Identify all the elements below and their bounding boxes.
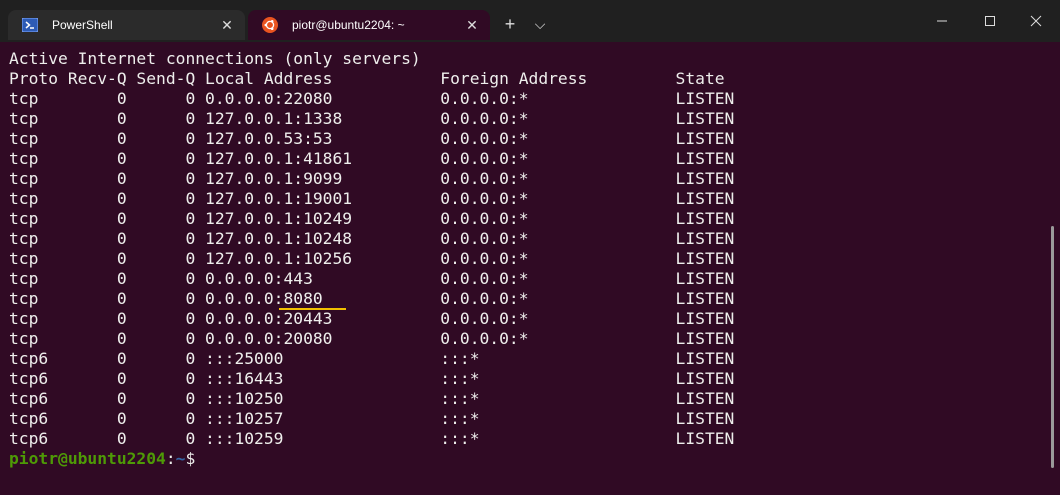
terminal-line: tcp6 0 0 :::10259 :::* LISTEN	[9, 429, 735, 448]
title-bar: PowerShell ✕ piotr@ubuntu2204: ~ ✕ + ⌵	[0, 0, 1060, 42]
terminal-line: tcp6 0 0 :::16443 :::* LISTEN	[9, 369, 735, 388]
terminal-line: tcp 0 0 127.0.0.1:10248 0.0.0.0:* LISTEN	[9, 229, 735, 248]
tab-label: piotr@ubuntu2204: ~	[292, 18, 405, 32]
scrollbar[interactable]	[1048, 42, 1060, 495]
maximize-icon	[985, 16, 995, 26]
prompt-separator: :	[165, 449, 176, 468]
terminal-line: tcp6 0 0 :::10250 :::* LISTEN	[9, 389, 735, 408]
terminal-line: Active Internet connections (only server…	[9, 49, 421, 68]
terminal-line: tcp 0 0 127.0.0.1:10249 0.0.0.0:* LISTEN	[9, 209, 735, 228]
tab-powershell[interactable]: PowerShell ✕	[8, 10, 245, 40]
terminal-line: tcp 0 0 127.0.0.1:1338 0.0.0.0:* LISTEN	[9, 109, 735, 128]
close-icon[interactable]: ✕	[460, 13, 484, 37]
terminal-line: tcp 0 0 0.0.0.0:8080 0.0.0.0:* LISTEN	[9, 289, 735, 308]
prompt-symbol: $	[185, 449, 206, 468]
terminal-output: Active Internet connections (only server…	[9, 49, 734, 469]
ubuntu-icon	[260, 15, 280, 35]
terminal-line: tcp 0 0 0.0.0.0:443 0.0.0.0:* LISTEN	[9, 269, 735, 288]
terminal-line: tcp 0 0 127.0.0.1:9099 0.0.0.0:* LISTEN	[9, 169, 735, 188]
terminal-line: tcp 0 0 127.0.0.1:10256 0.0.0.0:* LISTEN	[9, 249, 735, 268]
prompt-path: ~	[175, 449, 186, 468]
highlight-underline	[279, 308, 346, 310]
minimize-icon	[937, 20, 947, 22]
minimize-button[interactable]	[918, 0, 966, 42]
close-window-button[interactable]	[1012, 0, 1060, 42]
terminal-line: tcp6 0 0 :::10257 :::* LISTEN	[9, 409, 735, 428]
close-icon	[1030, 15, 1042, 27]
terminal-line: Proto Recv-Q Send-Q Local Address Foreig…	[9, 69, 725, 88]
chevron-down-icon[interactable]: ⌵	[526, 10, 554, 38]
terminal-line: tcp 0 0 127.0.0.1:41861 0.0.0.0:* LISTEN	[9, 149, 735, 168]
terminal-line: tcp 0 0 0.0.0.0:22080 0.0.0.0:* LISTEN	[9, 89, 735, 108]
terminal-line: tcp 0 0 127.0.0.53:53 0.0.0.0:* LISTEN	[9, 129, 735, 148]
terminal-line: tcp 0 0 0.0.0.0:20080 0.0.0.0:* LISTEN	[9, 329, 735, 348]
scrollbar-thumb[interactable]	[1051, 226, 1054, 468]
tab-label: PowerShell	[52, 18, 113, 32]
tab-ubuntu[interactable]: piotr@ubuntu2204: ~ ✕	[248, 10, 490, 40]
terminal-area[interactable]: Active Internet connections (only server…	[0, 42, 1048, 495]
maximize-button[interactable]	[966, 0, 1014, 42]
powershell-icon	[20, 15, 40, 35]
new-tab-button[interactable]: +	[496, 10, 524, 38]
terminal-line: tcp6 0 0 :::25000 :::* LISTEN	[9, 349, 735, 368]
close-icon[interactable]: ✕	[215, 13, 239, 37]
prompt-user: piotr@ubuntu2204	[9, 449, 166, 468]
terminal-line: tcp 0 0 0.0.0.0:20443 0.0.0.0:* LISTEN	[9, 309, 735, 328]
terminal-line: tcp 0 0 127.0.0.1:19001 0.0.0.0:* LISTEN	[9, 189, 735, 208]
